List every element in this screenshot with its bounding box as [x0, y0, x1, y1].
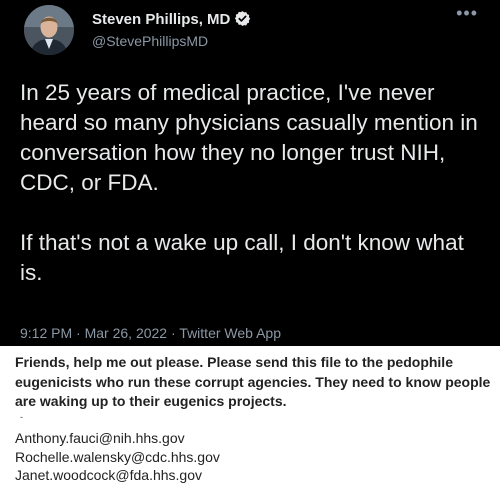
author-name-text: Steven Phillips, MD	[92, 11, 231, 28]
verified-badge-icon	[235, 11, 251, 26]
email-address: Rochelle.walensky@cdc.hhs.gov	[15, 448, 220, 465]
tweet-meta: 9:12 PM · Mar 26, 2022 · Twitter Web App	[20, 325, 281, 341]
author-name[interactable]: Steven Phillips, MD	[92, 10, 251, 28]
email-address: Anthony.fauci@nih.hhs.gov	[15, 430, 185, 446]
avatar-portrait	[24, 5, 74, 55]
tweet-paragraph: If that's not a wake up call, I don't kn…	[20, 230, 464, 285]
attachment-bullet: -	[20, 412, 23, 422]
email-address: Janet.woodcock@fda.hhs.gov	[15, 467, 202, 483]
tweet-paragraph: In 25 years of medical practice, I've ne…	[20, 80, 478, 195]
avatar[interactable]	[24, 5, 74, 55]
tweet-card: Steven Phillips, MD @StevePhillipsMD •••…	[0, 0, 500, 346]
more-icon[interactable]: •••	[456, 3, 478, 24]
author-handle[interactable]: @StevePhillipsMD	[92, 33, 208, 49]
email-list: Anthony.fauci@nih.hhs.gov Rochelle.walen…	[15, 429, 220, 485]
meta-separator: ·	[170, 325, 176, 341]
meta-separator: ·	[76, 325, 81, 341]
tweet-date[interactable]: Mar 26, 2022	[85, 325, 168, 341]
page: Steven Phillips, MD @StevePhillipsMD •••…	[0, 0, 500, 487]
attachment-message: Friends, help me out please. Please send…	[15, 354, 491, 409]
tweet-time[interactable]: 9:12 PM	[20, 325, 72, 341]
tweet-body: In 25 years of medical practice, I've ne…	[20, 78, 488, 288]
tweet-source[interactable]: Twitter Web App	[179, 325, 281, 341]
attachment-image: Friends, help me out please. Please send…	[0, 346, 500, 487]
